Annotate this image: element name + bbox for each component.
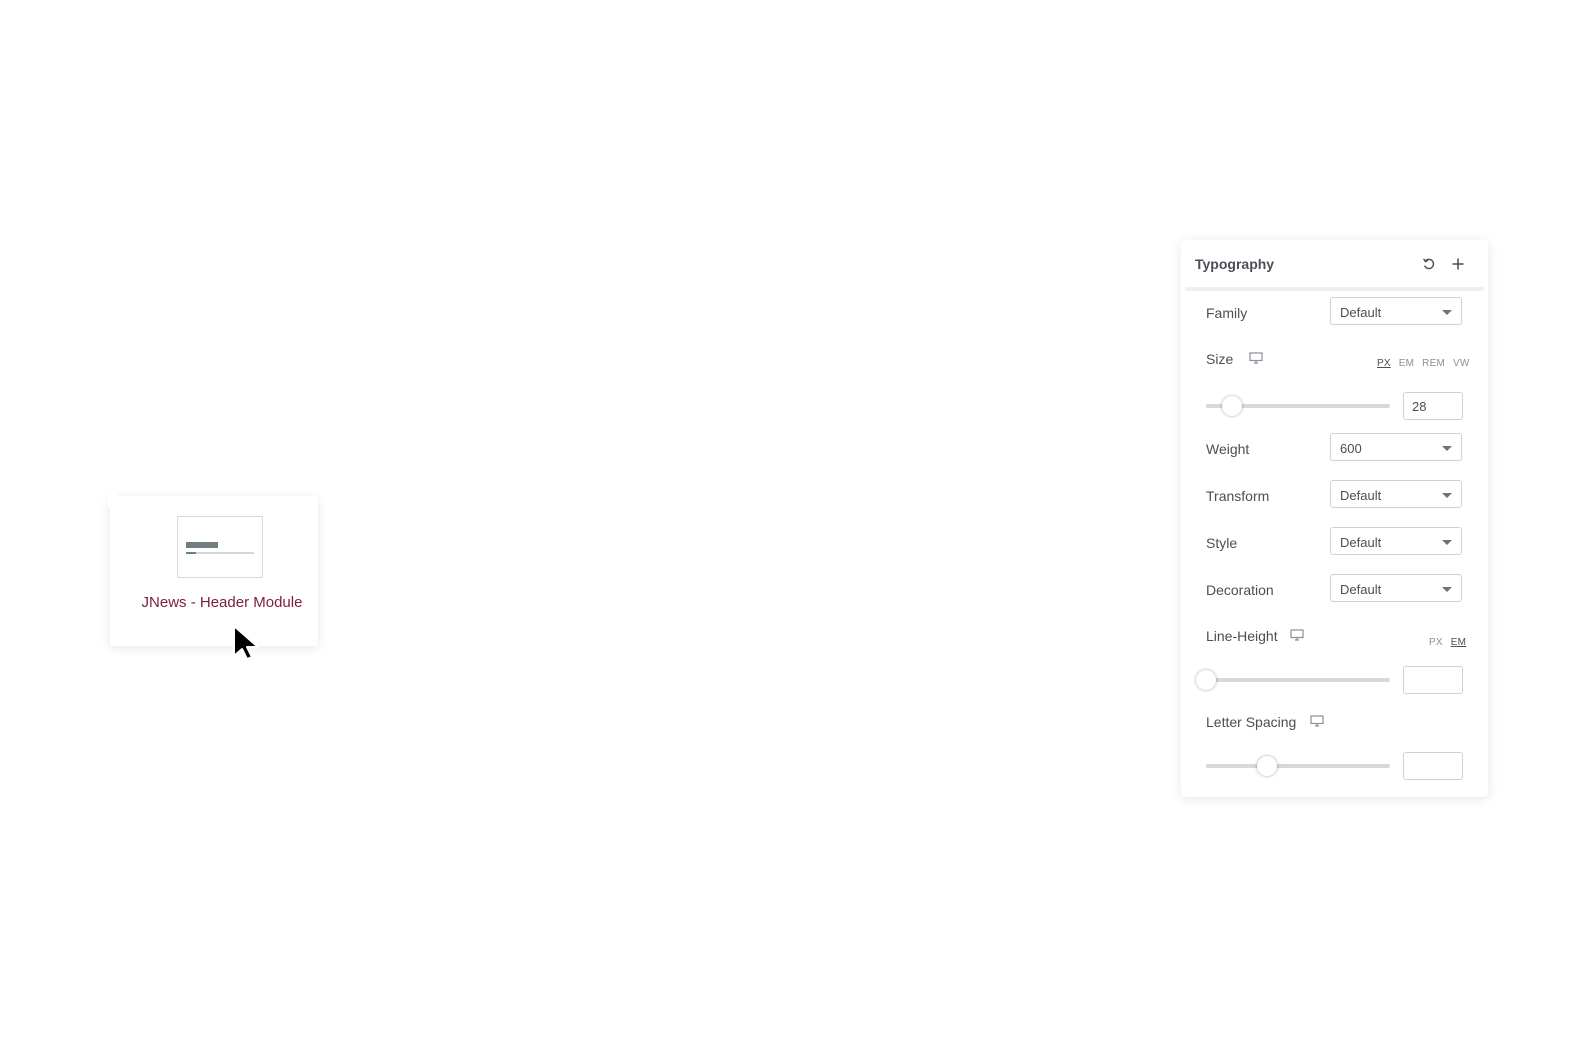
size-slider[interactable] <box>1206 396 1390 416</box>
family-select-value: Default <box>1340 305 1382 320</box>
chevron-down-icon <box>1442 540 1452 545</box>
size-input[interactable] <box>1403 392 1463 420</box>
line-height-label: Line-Height <box>1206 628 1278 644</box>
family-label: Family <box>1206 305 1248 321</box>
line-height-slider[interactable] <box>1196 670 1390 690</box>
monitor-icon[interactable] <box>1310 715 1324 727</box>
reset-button[interactable] <box>1418 253 1440 275</box>
weight-select[interactable]: 600 <box>1330 433 1462 461</box>
style-label: Style <box>1206 535 1238 551</box>
transform-select[interactable]: Default <box>1330 480 1462 508</box>
unit-rem[interactable]: REM <box>1422 358 1445 369</box>
widget-thumbnail-icon <box>177 516 263 578</box>
line-height-units: PX EM <box>1421 637 1466 648</box>
unit-vw[interactable]: VW <box>1453 358 1470 369</box>
style-select[interactable]: Default <box>1330 527 1462 555</box>
line-height-slider-track <box>1206 678 1390 682</box>
transform-select-value: Default <box>1340 488 1382 503</box>
letter-spacing-slider-handle[interactable] <box>1256 756 1277 776</box>
letter-spacing-slider[interactable] <box>1206 756 1390 776</box>
unit-em[interactable]: EM <box>1399 358 1414 369</box>
panel-header: Typography <box>1181 240 1488 288</box>
size-label: Size <box>1206 351 1234 367</box>
letter-spacing-label: Letter Spacing <box>1206 714 1297 730</box>
unit-px[interactable]: PX <box>1429 637 1443 648</box>
transform-label: Transform <box>1206 488 1270 504</box>
unit-px[interactable]: PX <box>1377 358 1391 369</box>
mouse-pointer-icon <box>233 625 259 660</box>
chevron-down-icon <box>1442 310 1452 315</box>
reset-icon <box>1423 258 1435 270</box>
typography-panel: Typography Family Default Size PX EM REM VW <box>1181 240 1488 797</box>
plus-icon <box>1452 258 1464 270</box>
monitor-icon[interactable] <box>1290 629 1304 641</box>
unit-em[interactable]: EM <box>1451 637 1466 648</box>
letter-spacing-slider-track <box>1206 764 1390 768</box>
line-height-input[interactable] <box>1403 666 1463 694</box>
decoration-label: Decoration <box>1206 582 1274 598</box>
panel-divider <box>1185 287 1484 291</box>
line-height-slider-handle[interactable] <box>1196 670 1216 690</box>
letter-spacing-input[interactable] <box>1403 752 1463 780</box>
style-select-value: Default <box>1340 535 1382 550</box>
widget-card-jnews-header-module[interactable]: JNews - Header Module <box>110 496 318 646</box>
decoration-select[interactable]: Default <box>1330 574 1462 602</box>
add-button[interactable] <box>1447 253 1469 275</box>
chevron-down-icon <box>1442 493 1452 498</box>
chevron-down-icon <box>1442 446 1452 451</box>
monitor-icon[interactable] <box>1249 352 1263 364</box>
size-slider-handle[interactable] <box>1221 396 1242 416</box>
weight-select-value: 600 <box>1340 441 1362 456</box>
panel-title: Typography <box>1195 256 1275 272</box>
size-units: PX EM REM VW <box>1369 358 1470 369</box>
family-select[interactable]: Default <box>1330 297 1462 325</box>
decoration-select-value: Default <box>1340 582 1382 597</box>
widget-label: JNews - Header Module <box>141 594 303 611</box>
weight-label: Weight <box>1206 441 1250 457</box>
chevron-down-icon <box>1442 587 1452 592</box>
